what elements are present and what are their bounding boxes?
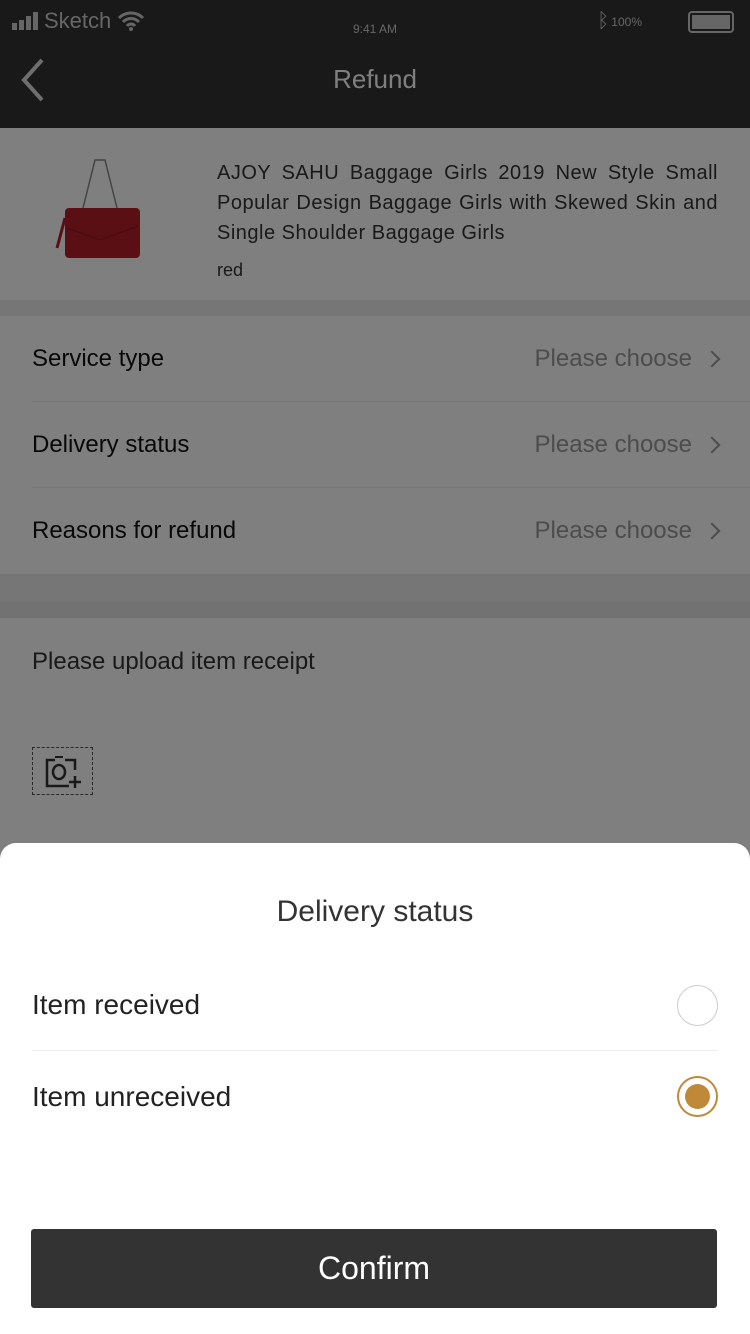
- sheet-title: Delivery status: [276, 895, 474, 928]
- option-label: Item received: [32, 989, 201, 1020]
- confirm-button[interactable]: Confirm: [31, 1229, 717, 1308]
- option-item-unreceived[interactable]: Item unreceived: [32, 1051, 718, 1142]
- delivery-status-sheet: Delivery status Item received Item unrec…: [0, 843, 750, 1334]
- radio-selected[interactable]: [677, 1076, 718, 1117]
- radio-unselected[interactable]: [677, 984, 718, 1026]
- option-label: Item unreceived: [32, 1080, 232, 1112]
- option-item-received[interactable]: Item received: [32, 960, 718, 1051]
